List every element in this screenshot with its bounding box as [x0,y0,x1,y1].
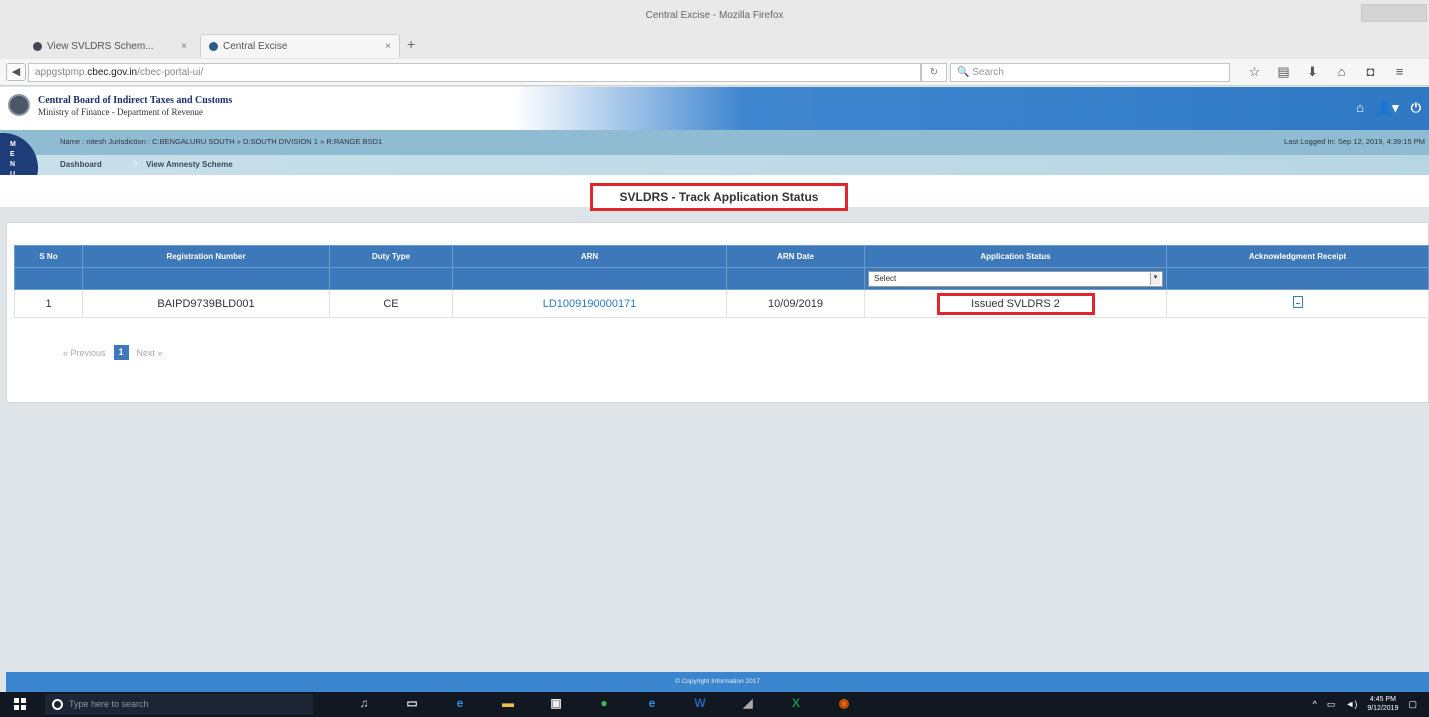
taskbar-apps: ♫ ▭ e ▬ ▣ ● e W ◢ X ◉ [340,696,868,710]
toolbar-icons: ☆ ▤ ⬇ ⌂ ◘ ≡ [1240,64,1414,80]
home-icon[interactable]: ⌂ [1356,100,1364,116]
cortana-icon [52,699,63,710]
firefox-icon[interactable]: ◉ [820,696,868,710]
window-title: Central Excise - Mozilla Firefox [645,10,784,21]
task-view-icon[interactable]: ▭ [388,696,436,710]
previous-page-button[interactable]: « Previous [63,348,106,358]
chevron-up-icon[interactable]: ^ [1313,699,1317,709]
menu-letter: M [10,141,16,148]
chevron-down-icon: ▾ [1150,272,1160,285]
taskbar: Type here to search ♫ ▭ e ▬ ▣ ● e W ◢ X … [0,692,1429,717]
internet-explorer-icon[interactable]: e [628,696,676,710]
col-acknowledgment-receipt: Acknowledgment Receipt [1166,245,1429,268]
url-domain: cbec.gov.in [87,67,138,78]
tab-view-svldrs[interactable]: View SVLDRS Schem... × [25,34,195,58]
tab-label: View SVLDRS Schem... [47,40,154,52]
user-info-bar: Name : nitesh Jurisdiction : C:BENGALURU… [0,130,1429,155]
col-application-status: Application Status [864,245,1167,268]
browser-search-input[interactable]: 🔍 Search [950,63,1230,82]
window-titlebar: Central Excise - Mozilla Firefox [0,0,1429,30]
results-card: S No Registration Number Duty Type ARN A… [6,222,1429,403]
store-icon[interactable]: ▣ [532,696,580,710]
cell-arn-date: 10/09/2019 [726,289,865,318]
pagination: « Previous 1 Next » [63,345,163,360]
library-icon[interactable]: ▤ [1269,64,1298,80]
power-icon[interactable]: ⏻ [1411,100,1421,116]
windows-start-icon[interactable] [14,698,26,710]
breadcrumb-amnesty-scheme[interactable]: View Amnesty Scheme [146,160,233,169]
site-header: Central Board of Indirect Taxes and Cust… [0,87,1429,130]
clock-time: 4:45 PM [1369,696,1396,703]
reload-button[interactable]: ↻ [921,63,947,82]
download-icon[interactable]: ⬇ [1298,64,1327,80]
microphone-icon[interactable]: ♫ [340,696,388,710]
status-filter-select[interactable]: Select ▾ [868,270,1163,287]
tab-strip: View SVLDRS Schem... × Central Excise × … [0,30,1429,59]
taskbar-search-input[interactable]: Type here to search [45,694,313,715]
cell-sno: 1 [14,289,83,318]
home-icon[interactable]: ⌂ [1327,64,1356,80]
breadcrumb: Dashboard › View Amnesty Scheme [0,155,1429,175]
current-page-button[interactable]: 1 [113,345,129,360]
col-arn-date: ARN Date [726,245,865,268]
notifications-icon[interactable]: ▢ [1408,699,1417,710]
system-tray: ^ ▭ ◄) 4:45 PM 9/12/2019 ▢ [1313,695,1417,713]
menu-letter: E [10,151,15,158]
breadcrumb-dashboard[interactable]: Dashboard [60,160,102,169]
org-name: Central Board of Indirect Taxes and Cust… [38,95,233,106]
arn-link[interactable]: LD1009190000171 [543,298,637,310]
edge-icon[interactable]: e [436,696,484,710]
col-arn: ARN [452,245,727,268]
network-icon[interactable]: ▭ [1327,699,1336,710]
next-page-button[interactable]: Next » [137,348,163,358]
taskbar-search-placeholder: Type here to search [69,699,149,709]
nav-bar: ◀ appgstpmp.cbec.gov.in/cbec-portal-ui/ … [0,59,1429,86]
url-prefix: appgstpmp. [35,67,88,78]
url-suffix: /cbec-portal-ui/ [137,67,204,78]
menu-letter: N [10,161,16,168]
pocket-icon[interactable]: ◘ [1356,64,1385,80]
breadcrumb-separator-icon: › [134,158,138,170]
user-icon[interactable]: 👤▾ [1376,100,1399,116]
col-registration-number: Registration Number [82,245,330,268]
cell-registration-number: BAIPD9739BLD001 [82,289,330,318]
excel-icon[interactable]: X [772,696,820,710]
close-tab-icon[interactable]: × [181,41,187,52]
col-sno: S No [14,245,83,268]
org-subtitle: Ministry of Finance - Department of Reve… [38,107,203,117]
word-icon[interactable]: W [676,696,724,710]
applications-table: S No Registration Number Duty Type ARN A… [14,245,1429,318]
clock[interactable]: 4:45 PM 9/12/2019 [1367,695,1398,713]
file-explorer-icon[interactable]: ▬ [484,696,532,710]
table-row: 1 BAIPD9739BLD001 CE LD1009190000171 10/… [14,289,1429,318]
site-icon [209,42,218,51]
cell-duty-type: CE [329,289,453,318]
document-icon[interactable] [1292,296,1303,308]
tab-label: Central Excise [223,41,288,52]
url-bar[interactable]: appgstpmp.cbec.gov.in/cbec-portal-ui/ [28,63,921,82]
hamburger-menu-icon[interactable]: ≡ [1385,64,1414,80]
volume-icon[interactable]: ◄) [1345,699,1357,709]
new-tab-button[interactable]: + [407,36,415,52]
app-icon[interactable]: ◢ [724,696,772,710]
site-icon [33,41,42,51]
tab-central-excise[interactable]: Central Excise × [200,34,400,58]
chrome-icon[interactable]: ● [580,696,628,710]
emblem-logo [8,94,30,116]
select-value: Select [874,273,897,283]
clock-date: 9/12/2019 [1367,705,1399,712]
page-title: SVLDRS - Track Application Status [590,183,848,211]
search-placeholder: Search [972,67,1004,78]
col-duty-type: Duty Type [329,245,453,268]
last-logged-in: Last Logged In: Sep 12, 2019, 4:39:15 PM [1284,137,1425,146]
back-button[interactable]: ◀ [6,63,26,81]
user-jurisdiction: Name : nitesh Jurisdiction : C:BENGALURU… [60,137,383,146]
application-status-value: Issued SVLDRS 2 [936,292,1095,315]
close-tab-icon[interactable]: × [385,41,391,52]
header-icons: ⌂ 👤▾ ⏻ [1356,100,1421,116]
bookmark-star-icon[interactable]: ☆ [1240,64,1269,80]
footer: © Copyright Information 2017 [6,672,1429,692]
window-controls[interactable] [1361,4,1427,22]
